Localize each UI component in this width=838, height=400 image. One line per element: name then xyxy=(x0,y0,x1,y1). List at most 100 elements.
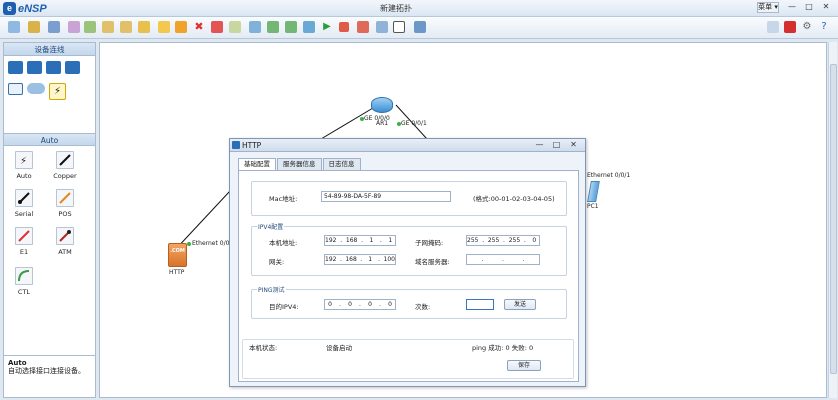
device-category-row xyxy=(4,56,95,74)
hand-icon[interactable] xyxy=(175,21,187,33)
undo-icon[interactable] xyxy=(102,21,114,33)
description-text: 自动选择接口连接设备。 xyxy=(8,367,85,375)
zoom-in-icon[interactable] xyxy=(267,21,279,33)
drag-icon[interactable] xyxy=(158,21,170,33)
ping-legend: PING测试 xyxy=(257,285,286,294)
dialog-title-bar[interactable]: HTTP — □ ✕ xyxy=(230,139,585,152)
toolbar: ✖ ▶ ⚙ ? xyxy=(0,17,838,39)
cable-label: Copper xyxy=(53,172,77,180)
send-button[interactable]: 发送 xyxy=(504,299,536,310)
start-icon[interactable]: ▶ xyxy=(321,21,333,33)
http-server-name: HTTP xyxy=(169,269,185,276)
link-router-server[interactable] xyxy=(320,104,379,140)
tab-log-info[interactable]: 日志信息 xyxy=(322,158,361,170)
scrollbar-thumb[interactable] xyxy=(830,64,837,374)
router-ar1-icon[interactable] xyxy=(371,97,393,113)
open-icon[interactable] xyxy=(28,21,40,33)
app-name: eNSP xyxy=(18,2,47,15)
print-icon[interactable] xyxy=(84,21,96,33)
mac-label: Mac地址: xyxy=(269,195,298,203)
dialog-maximize-button[interactable]: □ xyxy=(550,140,563,150)
delete-icon[interactable]: ✖ xyxy=(193,21,205,33)
status-area: 本机状态: 设备启动 ping 成功: 0 失败: 0 保存 xyxy=(242,339,574,379)
maximize-button[interactable]: □ xyxy=(801,2,817,13)
app-logo: e eNSP xyxy=(3,2,47,15)
stop-icon[interactable] xyxy=(339,22,349,32)
cable-e1-icon[interactable] xyxy=(15,227,33,245)
cable-category-icon[interactable]: ⚡ xyxy=(49,83,66,100)
palette-icon[interactable] xyxy=(249,21,261,33)
subnet-mask-field[interactable]: 255. 255. 255. 0 xyxy=(466,235,540,246)
cable-panel-header: Auto xyxy=(4,133,95,146)
dest-ip-label: 目的IPV4: xyxy=(269,303,299,311)
cable-label: ATM xyxy=(58,248,72,256)
settings-icon[interactable]: ⚙ xyxy=(801,21,813,33)
count-field[interactable] xyxy=(466,299,494,310)
mac-format-hint: (格式:00-01-02-03-04-05) xyxy=(473,195,555,203)
cli-icon[interactable] xyxy=(393,21,405,33)
redo-icon[interactable] xyxy=(120,21,132,33)
tab-basic-config[interactable]: 基础配置 xyxy=(238,158,276,170)
status-label: 本机状态: xyxy=(249,344,278,352)
new-topo-icon[interactable] xyxy=(8,21,20,33)
select-icon[interactable] xyxy=(138,21,150,33)
save-button[interactable]: 保存 xyxy=(507,360,541,371)
router-port-label: GE 0/0/0 xyxy=(364,115,390,122)
fit-icon[interactable] xyxy=(303,21,315,33)
dialog-minimize-button[interactable]: — xyxy=(533,140,546,150)
ensp-logo-icon: e xyxy=(3,2,16,15)
dialog-title: HTTP xyxy=(242,141,262,150)
firewall-category-icon[interactable] xyxy=(65,61,80,74)
wlan-category-icon[interactable] xyxy=(46,61,61,74)
cable-description: Auto 自动选择接口连接设备。 xyxy=(4,355,95,397)
device-category-row-2: ⚡ xyxy=(4,74,95,100)
switch-category-icon[interactable] xyxy=(27,61,42,74)
svg-text:⚡: ⚡ xyxy=(20,156,27,167)
dialog-close-button[interactable]: ✕ xyxy=(567,140,580,150)
cable-ctl-icon[interactable] xyxy=(15,267,33,285)
dest-ip-field[interactable]: 0.0.0.0 xyxy=(324,299,396,310)
cable-pos-icon[interactable] xyxy=(56,189,74,207)
cable-copper-icon[interactable] xyxy=(56,151,74,169)
mac-group: Mac地址: 54-89-98-DA-5F-89 (格式:00-01-02-03… xyxy=(251,181,567,216)
cable-label: CTL xyxy=(17,288,31,296)
mac-address-field[interactable]: 54-89-98-DA-5F-89 xyxy=(321,191,451,202)
capture-icon[interactable] xyxy=(357,21,369,33)
huawei-icon[interactable] xyxy=(784,21,796,33)
menu-button[interactable]: 菜单 ▾ xyxy=(757,2,779,13)
save-as-icon[interactable] xyxy=(68,21,80,33)
cable-auto-icon[interactable]: ⚡ xyxy=(15,151,33,169)
topology-icon[interactable] xyxy=(414,21,426,33)
ip-address-field[interactable]: 192. 168. 1. 1 xyxy=(324,235,396,246)
chat-icon[interactable] xyxy=(767,21,779,33)
device-panel: 设备连线 ⚡ Auto ⚡ Auto Copper Serial POS E1 … xyxy=(3,42,96,398)
mask-label: 子网掩码: xyxy=(415,239,444,247)
minimize-button[interactable]: — xyxy=(784,2,800,13)
show-port-icon[interactable] xyxy=(376,21,388,33)
cable-atm-icon[interactable] xyxy=(56,227,74,245)
save-icon[interactable] xyxy=(48,21,60,33)
close-button[interactable]: ✕ xyxy=(818,2,834,13)
zoom-out-icon[interactable] xyxy=(285,21,297,33)
window-title: 新建拓扑 xyxy=(380,4,412,13)
router-category-icon[interactable] xyxy=(8,61,23,74)
http-server-icon[interactable]: .COM xyxy=(168,243,187,267)
dns-server-field[interactable]: ... xyxy=(466,254,540,265)
ping-result: ping 成功: 0 失败: 0 xyxy=(472,344,534,352)
router-port-label: GE 0/0/1 xyxy=(401,120,427,127)
cable-serial-icon[interactable] xyxy=(15,189,33,207)
gateway-label: 网关: xyxy=(269,258,285,266)
gateway-field[interactable]: 192. 168. 1. 100 xyxy=(324,254,396,265)
cloud-category-icon[interactable] xyxy=(27,83,45,94)
status-value: 设备启动 xyxy=(326,344,352,352)
count-label: 次数: xyxy=(415,303,431,311)
cable-label: Auto xyxy=(16,172,32,180)
tab-server-info[interactable]: 服务器信息 xyxy=(277,158,322,170)
help-icon[interactable]: ? xyxy=(818,21,830,33)
text-icon[interactable] xyxy=(229,21,241,33)
cable-label: Serial xyxy=(14,210,34,218)
delete-link-icon[interactable] xyxy=(211,21,223,33)
pc-category-icon[interactable] xyxy=(8,83,23,95)
canvas-vertical-scrollbar[interactable] xyxy=(828,42,837,398)
port-status-dot xyxy=(187,242,191,246)
